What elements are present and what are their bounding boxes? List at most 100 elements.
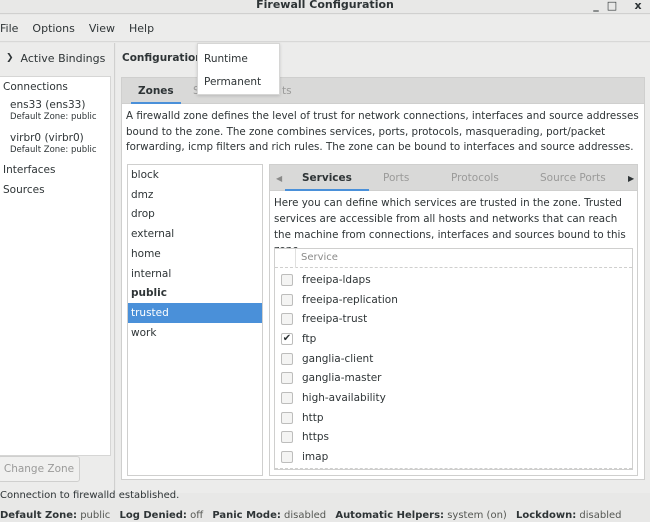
service-row[interactable]: ganglia-master [275, 369, 632, 389]
service-name: http [302, 411, 324, 424]
zone-item[interactable]: work [128, 323, 262, 343]
close-button[interactable]: x [631, 0, 645, 12]
status-label-lockdown: Lockdown: [516, 510, 577, 521]
service-name: freeipa-trust [302, 313, 368, 326]
status-value-default-zone: public [80, 510, 111, 521]
zones-frame: Zones S ts A firewalld zone defines the … [121, 77, 645, 480]
checkbox[interactable] [281, 352, 293, 365]
status-label-automatic-helpers: Automatic Helpers: [335, 510, 445, 521]
service-name: ftp [302, 332, 317, 345]
service-table: Service freeipa-ldaps freeipa-replication… [274, 248, 633, 470]
zone-item-default[interactable]: public [128, 283, 262, 303]
service-name: ganglia-master [302, 372, 382, 385]
status-info-bar: Default Zone: public Log Denied: off Pan… [0, 510, 628, 521]
connection-name: ens33 (ens33) [10, 99, 86, 111]
connection-zone: Default Zone: public [10, 112, 97, 122]
tab-scroll-left-icon[interactable]: ◀ [276, 165, 282, 191]
zone-item[interactable]: home [128, 244, 262, 264]
menu-bar: File Options View Help [0, 15, 650, 42]
menu-file[interactable]: File [0, 22, 24, 35]
zone-description: A firewalld zone defines the level of tr… [126, 110, 639, 153]
active-bindings-toggle[interactable]: ❯ Active Bindings [0, 43, 115, 73]
checkbox[interactable] [281, 392, 293, 405]
checkbox[interactable] [281, 293, 293, 306]
window-title: Firewall Configuration [256, 0, 394, 11]
service-name: high-availability [302, 392, 386, 405]
service-row[interactable]: https [275, 428, 632, 448]
service-row[interactable]: ✔ ftp [275, 329, 632, 349]
status-value-panic-mode: disabled [284, 510, 327, 521]
inner-tab-bar: ◀ Services Ports Protocols Source Ports … [270, 165, 637, 191]
menu-view[interactable]: View [89, 22, 121, 35]
menu-options[interactable]: Options [32, 22, 80, 35]
tab-protocols[interactable]: Protocols [451, 165, 499, 191]
service-row[interactable]: freeipa-ldaps [275, 270, 632, 290]
tab-zones[interactable]: Zones [131, 78, 181, 104]
zone-settings-frame: ◀ Services Ports Protocols Source Ports … [269, 164, 638, 476]
service-row[interactable]: high-availability [275, 388, 632, 408]
title-bar: Firewall Configuration _ □ x [0, 0, 650, 14]
tab-source-ports[interactable]: Source Ports [540, 165, 606, 191]
connection-item[interactable]: ens33 (ens33) Default Zone: public [10, 99, 97, 122]
change-zone-button[interactable]: Change Zone [0, 456, 80, 482]
main-panel: Configuration: Zones S ts A firewalld zo… [116, 43, 650, 493]
checkbox[interactable] [281, 431, 293, 444]
interfaces-group[interactable]: Interfaces [3, 164, 55, 176]
menu-help[interactable]: Help [129, 22, 160, 35]
connection-item[interactable]: virbr0 (virbr0) Default Zone: public [10, 132, 97, 155]
checkbox[interactable] [281, 313, 293, 326]
zone-item-selected[interactable]: trusted [128, 302, 262, 323]
status-value-automatic-helpers: system (on) [447, 510, 507, 521]
configuration-label: Configuration: [122, 52, 207, 64]
configuration-dropdown[interactable]: Runtime Permanent [197, 43, 280, 95]
service-name: ganglia-client [302, 352, 374, 365]
service-row[interactable]: freeipa-trust [275, 309, 632, 329]
status-message: Connection to firewalld established. [0, 490, 180, 501]
chevron-down-icon: ❯ [6, 53, 14, 63]
bindings-list: Connections ens33 (ens33) Default Zone: … [0, 76, 111, 456]
status-value-lockdown: disabled [579, 510, 622, 521]
tab-services[interactable]: Services [285, 165, 369, 191]
zone-item[interactable]: dmz [128, 185, 262, 205]
status-value-log-denied: off [190, 510, 204, 521]
table-bottom-border [275, 468, 632, 469]
zone-list: block dmz drop external home internal pu… [127, 164, 263, 476]
tab-ports[interactable]: Ports [383, 165, 409, 191]
active-bindings-label: Active Bindings [20, 51, 106, 65]
zone-item[interactable]: external [128, 224, 262, 244]
status-label-log-denied: Log Denied: [119, 510, 187, 521]
maximize-button[interactable]: □ [605, 0, 619, 12]
active-bindings-sidebar: ❯ Active Bindings Connections ens33 (ens… [0, 43, 115, 493]
dropdown-option-permanent[interactable]: Permanent [204, 76, 261, 88]
connection-zone: Default Zone: public [10, 145, 97, 155]
checkbox[interactable] [281, 372, 293, 385]
minimize-button[interactable]: _ [589, 0, 603, 12]
service-name: freeipa-ldaps [302, 273, 371, 286]
connection-name: virbr0 (virbr0) [10, 132, 84, 144]
sources-group[interactable]: Sources [3, 184, 45, 196]
service-name: freeipa-replication [302, 293, 398, 306]
service-row[interactable]: ganglia-client [275, 349, 632, 369]
tab-ipsets[interactable]: ts [282, 78, 292, 104]
zone-item[interactable]: drop [128, 204, 262, 224]
checkbox[interactable] [281, 273, 293, 286]
service-row[interactable]: imap [275, 447, 632, 467]
checkbox[interactable] [281, 451, 293, 464]
tab-scroll-right-icon[interactable]: ▶ [628, 165, 634, 191]
checkbox-checked[interactable]: ✔ [281, 332, 293, 345]
service-row[interactable]: http [275, 408, 632, 428]
service-row[interactable]: freeipa-replication [275, 290, 632, 310]
dropdown-option-runtime[interactable]: Runtime [204, 53, 248, 65]
checkmark-icon: ✔ [282, 332, 292, 344]
service-table-header: Service [275, 249, 632, 268]
checkbox[interactable] [281, 411, 293, 424]
connections-group[interactable]: Connections [3, 81, 68, 93]
service-name: imap [302, 451, 329, 464]
zone-item[interactable]: internal [128, 264, 262, 284]
service-column-header[interactable]: Service [301, 252, 338, 263]
column-separator [295, 249, 296, 268]
status-label-default-zone: Default Zone: [0, 510, 78, 521]
service-name: https [302, 431, 330, 444]
zone-item[interactable]: block [128, 165, 262, 185]
status-label-panic-mode: Panic Mode: [212, 510, 281, 521]
